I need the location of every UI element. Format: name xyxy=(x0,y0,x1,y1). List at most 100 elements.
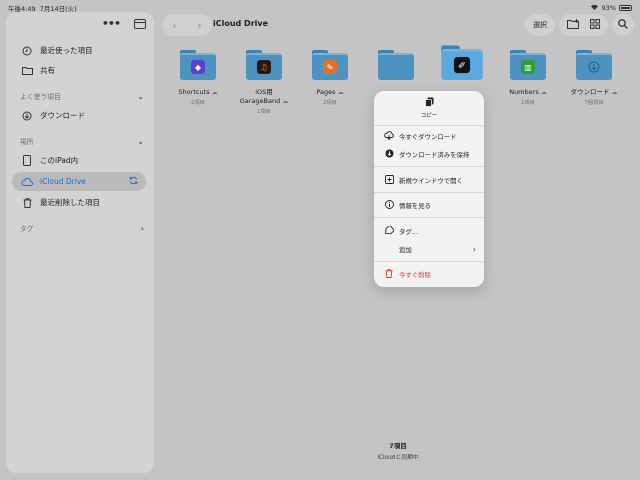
menu-item-open-new-window[interactable]: 新規ウインドウで開く xyxy=(384,173,476,187)
menu-item-keep-downloaded[interactable]: ダウンロード済みを保持 xyxy=(384,147,476,161)
sidebar-item-icloud-drive[interactable]: iCloud Drive xyxy=(12,172,146,191)
battery-percent: 93% xyxy=(601,3,616,12)
file-name: Pages xyxy=(316,88,336,96)
folder-icon xyxy=(378,50,414,80)
chevron-right-icon: › xyxy=(472,244,476,254)
file-name: Numbers xyxy=(509,88,539,96)
cloud-icon xyxy=(20,177,34,186)
sidebar: ••• 最近使った項目 共有 よく使う項目 ⌄ ダウンロード 場所 ⌄ このiP… xyxy=(6,12,154,473)
search-button[interactable] xyxy=(612,14,634,36)
menu-item-label: 情報を見る xyxy=(399,201,431,210)
file-item-numbers[interactable]: ▥ Numbers ☁ 1項目 xyxy=(496,50,560,106)
file-count: 2項目 xyxy=(323,100,337,106)
copy-action[interactable]: コピー xyxy=(374,97,484,119)
download-icon xyxy=(587,60,601,74)
cloud-icon: ☁ xyxy=(540,89,547,96)
chevron-down-icon: ⌄ xyxy=(137,91,144,101)
menu-item-label: 今すぐ削除 xyxy=(399,270,431,279)
wifi-icon xyxy=(590,3,599,12)
more-options-icon[interactable]: ••• xyxy=(102,17,121,30)
folder-icon: ♫ xyxy=(246,50,282,80)
menu-item-label: ダウンロード済みを保持 xyxy=(399,150,470,159)
search-icon xyxy=(618,19,628,31)
file-item-shortcuts[interactable]: ◆ Shortcuts ☁ 2項目 xyxy=(166,50,230,106)
cloud-icon: ☁ xyxy=(611,89,618,96)
cloud-icon: ☁ xyxy=(337,89,344,96)
page-title: iCloud Drive xyxy=(213,19,269,28)
cloud-icon: ☁ xyxy=(211,89,218,96)
item-count: 7項目 xyxy=(389,442,407,450)
menu-item-label: 追加 xyxy=(399,245,412,254)
menu-item-label: 今すぐダウンロード xyxy=(399,132,457,141)
grid-view-icon[interactable] xyxy=(590,19,600,31)
menu-item-download-now[interactable]: 今すぐダウンロード xyxy=(384,129,476,143)
numbers-icon: ▥ xyxy=(521,60,535,74)
file-name: ダウンロード xyxy=(570,88,610,96)
section-header: よく使う項目 xyxy=(20,93,61,101)
file-name: Shortcuts xyxy=(178,88,210,96)
sidebar-item-label: 共有 xyxy=(40,66,55,75)
footer: 7項目 iCloudと同期中 xyxy=(156,440,640,461)
menu-item-label: タグ... xyxy=(399,227,418,236)
sidebar-item-label: 最近削除した項目 xyxy=(40,198,100,207)
sidebar-item-shared[interactable]: 共有 xyxy=(12,61,146,80)
sidebar-item-recent[interactable]: 最近使った項目 xyxy=(12,41,146,60)
sidebar-item-label: ダウンロード xyxy=(40,111,85,120)
section-locations[interactable]: 場所 ⌄ xyxy=(20,134,144,148)
divider xyxy=(374,125,484,126)
select-button[interactable]: 選択 xyxy=(525,14,555,36)
file-count: 7個項目 xyxy=(584,100,604,106)
file-item-pixelmator[interactable] xyxy=(364,50,428,80)
menu-item-get-info[interactable]: 情報を見る xyxy=(384,198,476,212)
divider xyxy=(374,192,484,193)
sidebar-item-on-ipad[interactable]: このiPad内 xyxy=(12,151,146,170)
folder-icon: ✎ xyxy=(312,50,348,80)
sidebar-item-downloads[interactable]: ダウンロード xyxy=(12,106,146,125)
file-item-pages[interactable]: ✎ Pages ☁ 2項目 xyxy=(298,50,362,106)
sidebar-item-label: iCloud Drive xyxy=(40,177,86,186)
context-menu: コピー 今すぐダウンロード ダウンロード済みを保持 新規ウインドウで開く 情報を… xyxy=(374,91,484,287)
menu-item-add[interactable]: 追加 › xyxy=(384,242,476,256)
divider xyxy=(374,261,484,262)
forward-icon[interactable]: › xyxy=(197,19,201,32)
section-favorites[interactable]: よく使う項目 ⌄ xyxy=(20,89,144,103)
folder-icon: ▥ xyxy=(510,50,546,80)
folder-icon: ✐ xyxy=(441,45,483,80)
file-count: 1項目 xyxy=(257,109,271,115)
battery-icon xyxy=(619,4,632,11)
shared-folder-icon xyxy=(20,66,34,75)
folder-icon: ◆ xyxy=(180,50,216,80)
pages-icon: ✎ xyxy=(323,60,337,74)
download-circle-icon xyxy=(20,111,34,121)
divider xyxy=(374,217,484,218)
section-header: 場所 xyxy=(20,138,34,146)
trash-icon xyxy=(384,268,394,280)
section-header: タグ xyxy=(20,225,34,233)
sidebar-item-label: 最近使った項目 xyxy=(40,46,93,55)
cloud-download-icon xyxy=(384,130,394,142)
sidebar-item-recently-deleted[interactable]: 最近削除した項目 xyxy=(12,193,146,212)
sync-status: iCloudと同期中 xyxy=(377,455,419,461)
menu-item-delete-now[interactable]: 今すぐ削除 xyxy=(384,267,476,281)
menu-item-tags[interactable]: タグ... xyxy=(384,224,476,238)
sync-icon xyxy=(129,176,138,188)
file-item-garageband[interactable]: ♫ iOS用 GarageBand ☁ 1項目 xyxy=(232,50,296,115)
procreate-icon: ✐ xyxy=(453,57,471,74)
ipad-icon xyxy=(20,155,34,166)
file-count: 2項目 xyxy=(191,100,205,106)
copy-label: コピー xyxy=(420,113,438,119)
trash-icon xyxy=(20,197,34,208)
new-folder-icon[interactable] xyxy=(567,19,580,31)
chevron-right-icon: › xyxy=(140,223,144,233)
new-window-icon xyxy=(384,174,394,186)
file-name: GarageBand xyxy=(239,97,281,105)
section-tags[interactable]: タグ › xyxy=(20,221,144,235)
chevron-down-icon: ⌄ xyxy=(137,136,144,146)
file-item-downloads[interactable]: ダウンロード ☁ 7個項目 xyxy=(562,50,626,106)
download-filled-icon xyxy=(384,149,394,160)
file-name: iOS用 xyxy=(255,88,273,96)
back-icon[interactable]: ‹ xyxy=(172,19,176,32)
info-icon xyxy=(384,199,394,211)
sidebar-toggle-icon[interactable] xyxy=(134,18,146,29)
file-item-procreate[interactable]: ✐ xyxy=(430,45,494,80)
